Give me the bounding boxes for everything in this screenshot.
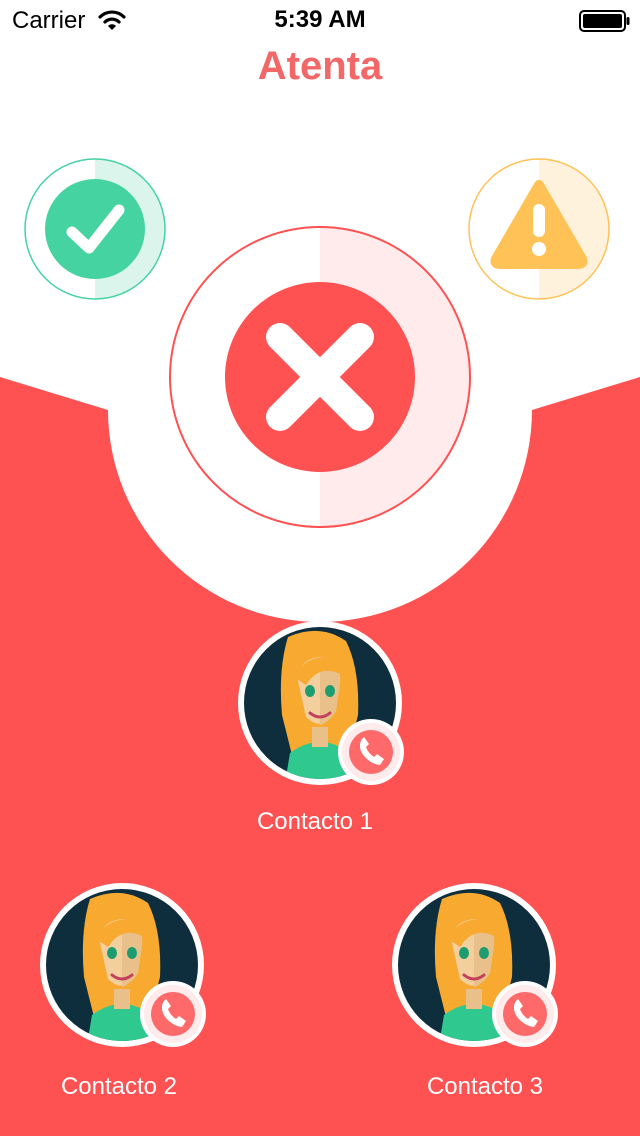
clock: 5:39 AM xyxy=(274,6,366,33)
contact-3-call-badge[interactable] xyxy=(490,979,560,1049)
contact-2-call-badge[interactable] xyxy=(138,979,208,1049)
status-bar: Carrier 5:39 AM xyxy=(0,0,640,40)
contact-2[interactable] xyxy=(38,881,208,1051)
battery-icon xyxy=(579,10,630,32)
app-title: Atenta xyxy=(257,44,383,88)
danger-status-button[interactable] xyxy=(169,226,471,528)
contact-3[interactable] xyxy=(390,881,560,1051)
contact-1[interactable] xyxy=(236,619,406,789)
ok-status-button[interactable] xyxy=(24,158,166,300)
contact-2-label: Contacto 2 xyxy=(60,1073,178,1100)
warning-status-button[interactable] xyxy=(468,158,610,300)
contact-1-label: Contacto 1 xyxy=(256,808,374,835)
contact-1-call-badge[interactable] xyxy=(336,717,406,787)
contact-3-label: Contacto 3 xyxy=(426,1073,544,1100)
